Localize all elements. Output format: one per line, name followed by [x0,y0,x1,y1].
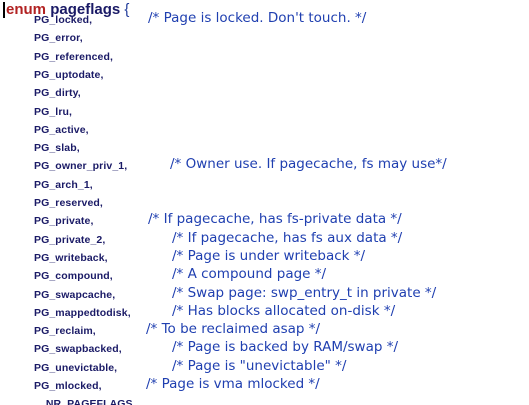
flag-comment: /* Page is "unevictable" */ [172,357,347,374]
flag-comment: /* Page is under writeback */ [172,247,366,264]
code-slide: enum pageflags { PG_locked,/* Page is lo… [0,0,529,405]
flag-comment: /* Owner use. If pagecache, fs may use*/ [170,156,447,173]
flag-name: PG_lru, [34,105,73,118]
flag-name: PG_swapbacked, [34,343,122,356]
flag-name: PG_arch_1, [34,178,93,191]
flag-name: PG_dirty, [34,87,81,100]
flag-name: PG_owner_priv_1, [34,160,128,173]
flag-comment: /* Page is locked. Don't touch. */ [148,10,367,26]
flag-name: PG_private, [34,215,94,228]
flag-name: PG_referenced, [34,50,114,63]
flag-name: PG_writeback, [34,251,108,264]
flag-name: PG_uptodate, [34,68,104,81]
flag-comment: /* If pagecache, has fs-private data */ [148,211,402,228]
flag-name: PG_error, [34,32,83,45]
flag-name: PG_unevictable, [34,361,118,374]
flag-comment: /* Page is backed by RAM/swap */ [172,339,399,356]
flag-name: __NR_PAGEFLAGS, [34,398,136,405]
flag-name: PG_mlocked, [34,380,102,392]
flag-name: PG_compound, [34,270,113,283]
flag-comment: /* Swap page: swp_entry_t in private */ [172,284,437,301]
flag-name: PG_reserved, [34,197,103,209]
flag-name: PG_mappedtodisk, [34,306,131,319]
flag-name: PG_reclaim, [34,325,96,338]
flag-name: PG_private_2, [34,233,106,246]
text-cursor [3,2,5,18]
flag-name: PG_slab, [34,142,80,155]
flag-comment: /* To be reclaimed asap */ [146,321,321,338]
open-brace: { [124,1,130,18]
flag-comment: /* A compound page */ [172,266,327,283]
flag-name: PG_swapcache, [34,288,116,301]
flag-name: PG_active, [34,123,89,136]
flag-name: PG_locked, [34,14,93,26]
flag-comment: /* Has blocks allocated on-disk */ [172,302,396,319]
flag-comment: /* If pagecache, has fs aux data */ [172,229,403,246]
flag-comment: /* Page is vma mlocked */ [146,376,320,392]
